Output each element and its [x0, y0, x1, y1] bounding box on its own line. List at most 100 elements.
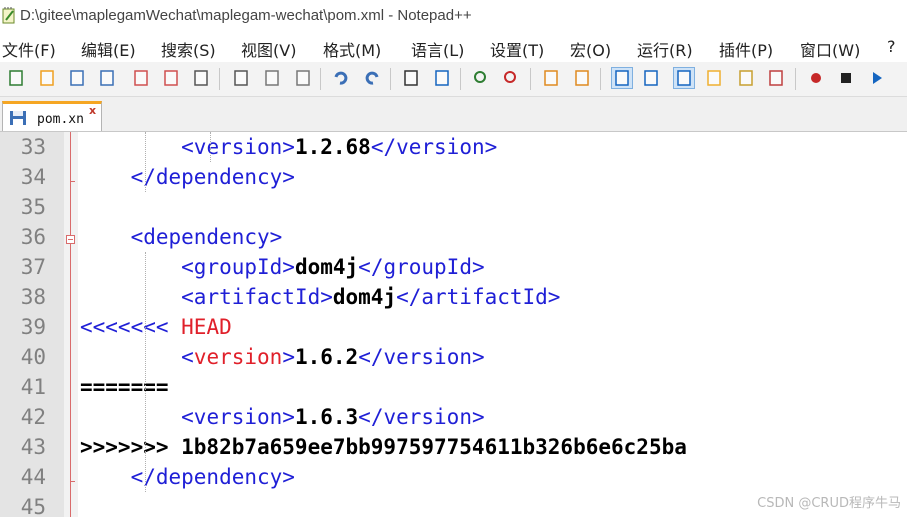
code-line[interactable]: 36 <dependency> — [0, 222, 907, 252]
code-token: </artifactId> — [396, 285, 561, 309]
fold-collapse-icon[interactable] — [66, 235, 75, 244]
menu-item-8[interactable]: 运行(R) — [637, 37, 693, 61]
code-line[interactable]: 39 <<<<<<< HEAD — [0, 312, 907, 342]
code-token: </groupId> — [358, 255, 485, 279]
code-token: </version> — [358, 405, 485, 429]
code-token: <version> — [181, 405, 295, 429]
line-number: 39 — [20, 315, 46, 339]
code-line[interactable]: 43 >>>>>>> 1b82b7a659ee7bb997597754611b32… — [0, 432, 907, 462]
code-text: >>>>>>> 1b82b7a659ee7bb997597754611b326b… — [80, 432, 687, 462]
code-line[interactable]: 40 <version>1.6.2</version> — [0, 342, 907, 372]
menu-item-1[interactable]: 编辑(E) — [81, 37, 136, 61]
code-token: <version> — [181, 135, 295, 159]
menu-item-10[interactable]: 窗口(W) — [800, 37, 860, 61]
tab-label: pom.xn — [37, 112, 84, 127]
tab-close-icon[interactable]: x — [89, 104, 96, 117]
show-all-chars-icon[interactable] — [640, 67, 662, 89]
code-token: </version> — [370, 135, 498, 159]
folder-workspace-icon[interactable] — [765, 67, 787, 89]
sync-horizontal-icon[interactable] — [571, 67, 593, 89]
toolbar-separator — [530, 68, 531, 90]
redo-icon[interactable] — [361, 67, 383, 89]
close-icon[interactable] — [130, 67, 152, 89]
tab-pom-xml[interactable]: pom.xn x — [2, 101, 102, 131]
open-file-icon[interactable] — [36, 67, 58, 89]
code-line[interactable]: 34 </dependency> — [0, 162, 907, 192]
code-line[interactable]: 35 — [0, 192, 907, 222]
fold-line — [70, 132, 71, 517]
menu-item-0[interactable]: 文件(F) — [2, 37, 56, 61]
indent-guide — [145, 252, 147, 492]
code-text: <version>1.2.68</version> — [80, 132, 497, 162]
fold-end-marker — [70, 481, 75, 482]
code-token: <artifactId> — [181, 285, 333, 309]
line-number: 36 — [20, 225, 46, 249]
line-number: 33 — [20, 135, 46, 159]
code-line[interactable]: 33 <version>1.2.68</version> — [0, 132, 907, 162]
toolbar-separator — [219, 68, 220, 90]
zoom-out-icon[interactable] — [500, 67, 522, 89]
menu-item-6[interactable]: 设置(T) — [490, 37, 544, 61]
title-bar: D:\gitee\maplegamWechat\maplegam-wechat\… — [0, 0, 907, 34]
toolbar — [0, 62, 907, 97]
print-icon[interactable] — [190, 67, 212, 89]
doc-map-icon[interactable] — [703, 67, 725, 89]
notepad-plus-plus-icon — [2, 7, 15, 24]
play-macro-icon[interactable] — [866, 67, 888, 89]
menu-item-3[interactable]: 视图(V) — [241, 37, 296, 61]
fold-end-marker — [70, 181, 75, 182]
indent-guide-icon[interactable] — [673, 67, 695, 89]
toolbar-separator — [600, 68, 601, 90]
function-list-icon[interactable] — [735, 67, 757, 89]
menu-item-11[interactable]: ? — [887, 37, 896, 56]
menu-item-2[interactable]: 搜索(S) — [161, 37, 216, 61]
code-token: 1.2.68 — [294, 135, 371, 159]
zoom-in-icon[interactable] — [470, 67, 492, 89]
code-token: > — [282, 345, 295, 369]
watermark: CSDN @CRUD程序牛马 — [757, 496, 901, 511]
menu-item-5[interactable]: 语言(L) — [411, 37, 464, 61]
menu-bar: 文件(F) 编辑(E) 搜索(S) 视图(V) 格式(M) 语言(L) 设置(T) 宏(O) 运… — [0, 34, 907, 62]
code-line[interactable]: 44 </dependency> — [0, 462, 907, 492]
save-all-icon[interactable] — [96, 67, 118, 89]
code-line[interactable]: 38 <artifactId>dom4j</artifactId> — [0, 282, 907, 312]
line-number: 40 — [20, 345, 46, 369]
sync-vertical-icon[interactable] — [540, 67, 562, 89]
word-wrap-icon[interactable] — [611, 67, 633, 89]
indent-guide — [145, 132, 147, 192]
stop-macro-icon[interactable] — [835, 67, 857, 89]
code-token: </version> — [358, 345, 485, 369]
editor[interactable]: 33 <version>1.2.68</version> 34 </depende… — [0, 132, 907, 519]
menu-item-4[interactable]: 格式(M) — [323, 37, 381, 61]
code-token: HEAD — [181, 315, 232, 339]
find-icon[interactable] — [400, 67, 422, 89]
code-token: </dependency> — [130, 165, 295, 189]
cut-icon[interactable] — [230, 67, 252, 89]
new-file-icon[interactable] — [5, 67, 27, 89]
paste-icon[interactable] — [292, 67, 314, 89]
code-text: ======= — [80, 372, 169, 402]
menu-item-9[interactable]: 插件(P) — [719, 37, 773, 61]
toolbar-separator — [320, 68, 321, 90]
toolbar-separator — [460, 68, 461, 90]
code-token: <<<<<<< — [80, 315, 182, 339]
replace-icon[interactable] — [431, 67, 453, 89]
code-line[interactable]: 41 ======= — [0, 372, 907, 402]
copy-icon[interactable] — [261, 67, 283, 89]
line-number: 38 — [20, 285, 46, 309]
code-token: < — [181, 345, 194, 369]
record-macro-icon[interactable] — [805, 67, 827, 89]
close-all-icon[interactable] — [160, 67, 182, 89]
code-line[interactable]: 42 <version>1.6.3</version> — [0, 402, 907, 432]
code-token: 1.6.2 — [294, 345, 359, 369]
code-token: <dependency> — [130, 225, 283, 249]
save-icon[interactable] — [66, 67, 88, 89]
menu-item-7[interactable]: 宏(O) — [570, 37, 611, 61]
code-line[interactable]: 37 <groupId>dom4j</groupId> — [0, 252, 907, 282]
undo-icon[interactable] — [330, 67, 352, 89]
